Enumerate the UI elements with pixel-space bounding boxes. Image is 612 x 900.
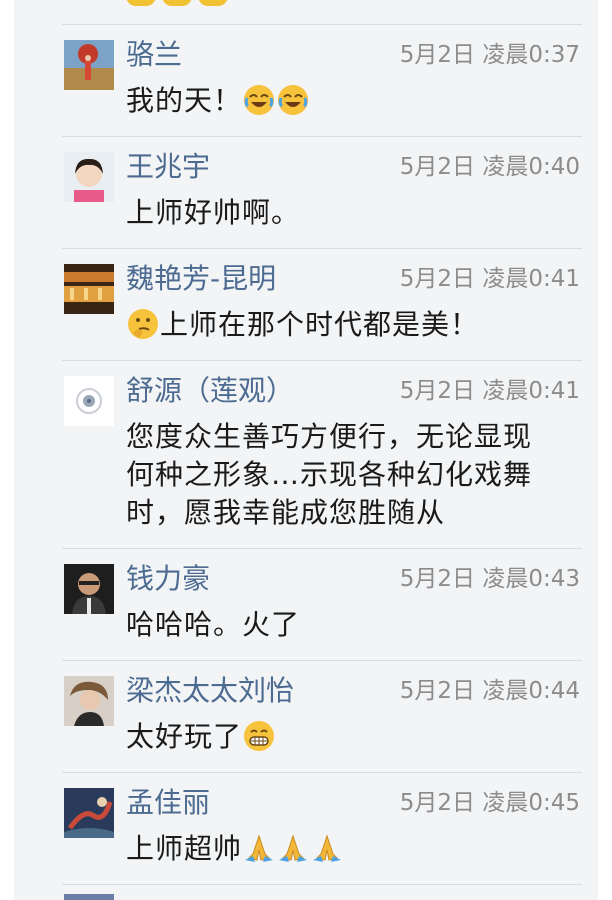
comment-text: 您度众生善巧方便行，无论显现 何种之形象…示现各种幻化戏舞 时，愿我幸能成您胜随… [126,418,580,532]
comment-text-body: 我的天！ [126,84,243,117]
divider [62,884,582,885]
avatar[interactable] [64,40,114,90]
avatar[interactable] [64,676,114,726]
grin-emoji [243,720,275,752]
comment-author[interactable]: 魏艳芳-昆明 [126,262,276,296]
folded-hands-emoji [311,832,343,864]
avatar[interactable] [64,152,114,202]
comment-time: 5月2日 凌晨0:41 [399,266,580,292]
divider [62,24,582,25]
comment-text: 上师在那个时代都是美！ [126,306,580,344]
comment-text-line: 时，愿我幸能成您胜随从 [126,496,446,529]
comment-item: 魏艳芳-昆明 5月2日 凌晨0:41 上师在那个时代都是美！ [14,262,598,362]
laugh-crying-emoji [277,84,309,116]
comment-text-body: 上师在那个时代都是美！ [160,308,480,341]
comment-text: 上师超帅 [126,830,580,868]
comment-author[interactable]: 骆兰 [126,38,182,72]
divider [62,548,582,549]
previous-comment-emoji-row [126,0,228,6]
comment-time: 5月2日 凌晨0:37 [399,42,580,68]
avatar[interactable] [64,376,114,426]
comment-text: 太好玩了 [126,718,580,756]
divider [62,136,582,137]
comment-text-line: 何种之形象…示现各种幻化戏舞 [126,458,533,491]
comments-panel: 骆兰 5月2日 凌晨0:37 我的天！ 王兆宇 5月2日 凌晨0:40 上师好帅… [14,0,598,900]
comment-item: 孟佳丽 5月2日 凌晨0:45 上师超帅 [14,786,598,886]
comment-author[interactable]: 梁杰太太刘怡 [126,674,294,708]
folded-hands-emoji [243,832,275,864]
divider [62,360,582,361]
comment-item: 王兆宇 5月2日 凌晨0:40 上师好帅啊。 [14,150,598,250]
divider [62,772,582,773]
comment-author[interactable]: 王兆宇 [126,150,210,184]
comment-time: 5月2日 凌晨0:45 [399,790,580,816]
comment-time: 5月2日 凌晨0:41 [399,378,580,404]
thinking-emoji [127,308,159,340]
avatar[interactable] [64,564,114,614]
next-comment-avatar-fragment [64,894,114,900]
comment-text-body: 太好玩了 [126,720,243,753]
comment-text: 哈哈哈。火了 [126,608,301,641]
comment-time: 5月2日 凌晨0:43 [399,566,580,592]
divider [62,248,582,249]
emoji-fragment [162,0,192,6]
folded-hands-emoji [277,832,309,864]
comment-item: 梁杰太太刘怡 5月2日 凌晨0:44 太好玩了 [14,674,598,774]
comment-time: 5月2日 凌晨0:40 [399,154,580,180]
avatar[interactable] [64,264,114,314]
comment-text: 上师好帅啊。 [126,196,301,229]
comment-author[interactable]: 舒源（莲观） [126,374,294,408]
comment-text-line: 您度众生善巧方便行，无论显现 [126,420,533,453]
divider [62,660,582,661]
emoji-fragment [198,0,228,6]
comment-text: 我的天！ [126,82,580,120]
comment-item: 骆兰 5月2日 凌晨0:37 我的天！ [14,38,598,138]
avatar[interactable] [64,788,114,838]
comment-author[interactable]: 钱力豪 [126,562,210,596]
comment-time: 5月2日 凌晨0:44 [399,678,580,704]
comment-text-body: 上师超帅 [126,832,243,865]
emoji-fragment [126,0,156,6]
comment-item: 钱力豪 5月2日 凌晨0:43 哈哈哈。火了 [14,562,598,662]
laugh-crying-emoji [243,84,275,116]
comment-item: 舒源（莲观） 5月2日 凌晨0:41 您度众生善巧方便行，无论显现 何种之形象…… [14,374,598,544]
comment-author[interactable]: 孟佳丽 [126,786,210,820]
